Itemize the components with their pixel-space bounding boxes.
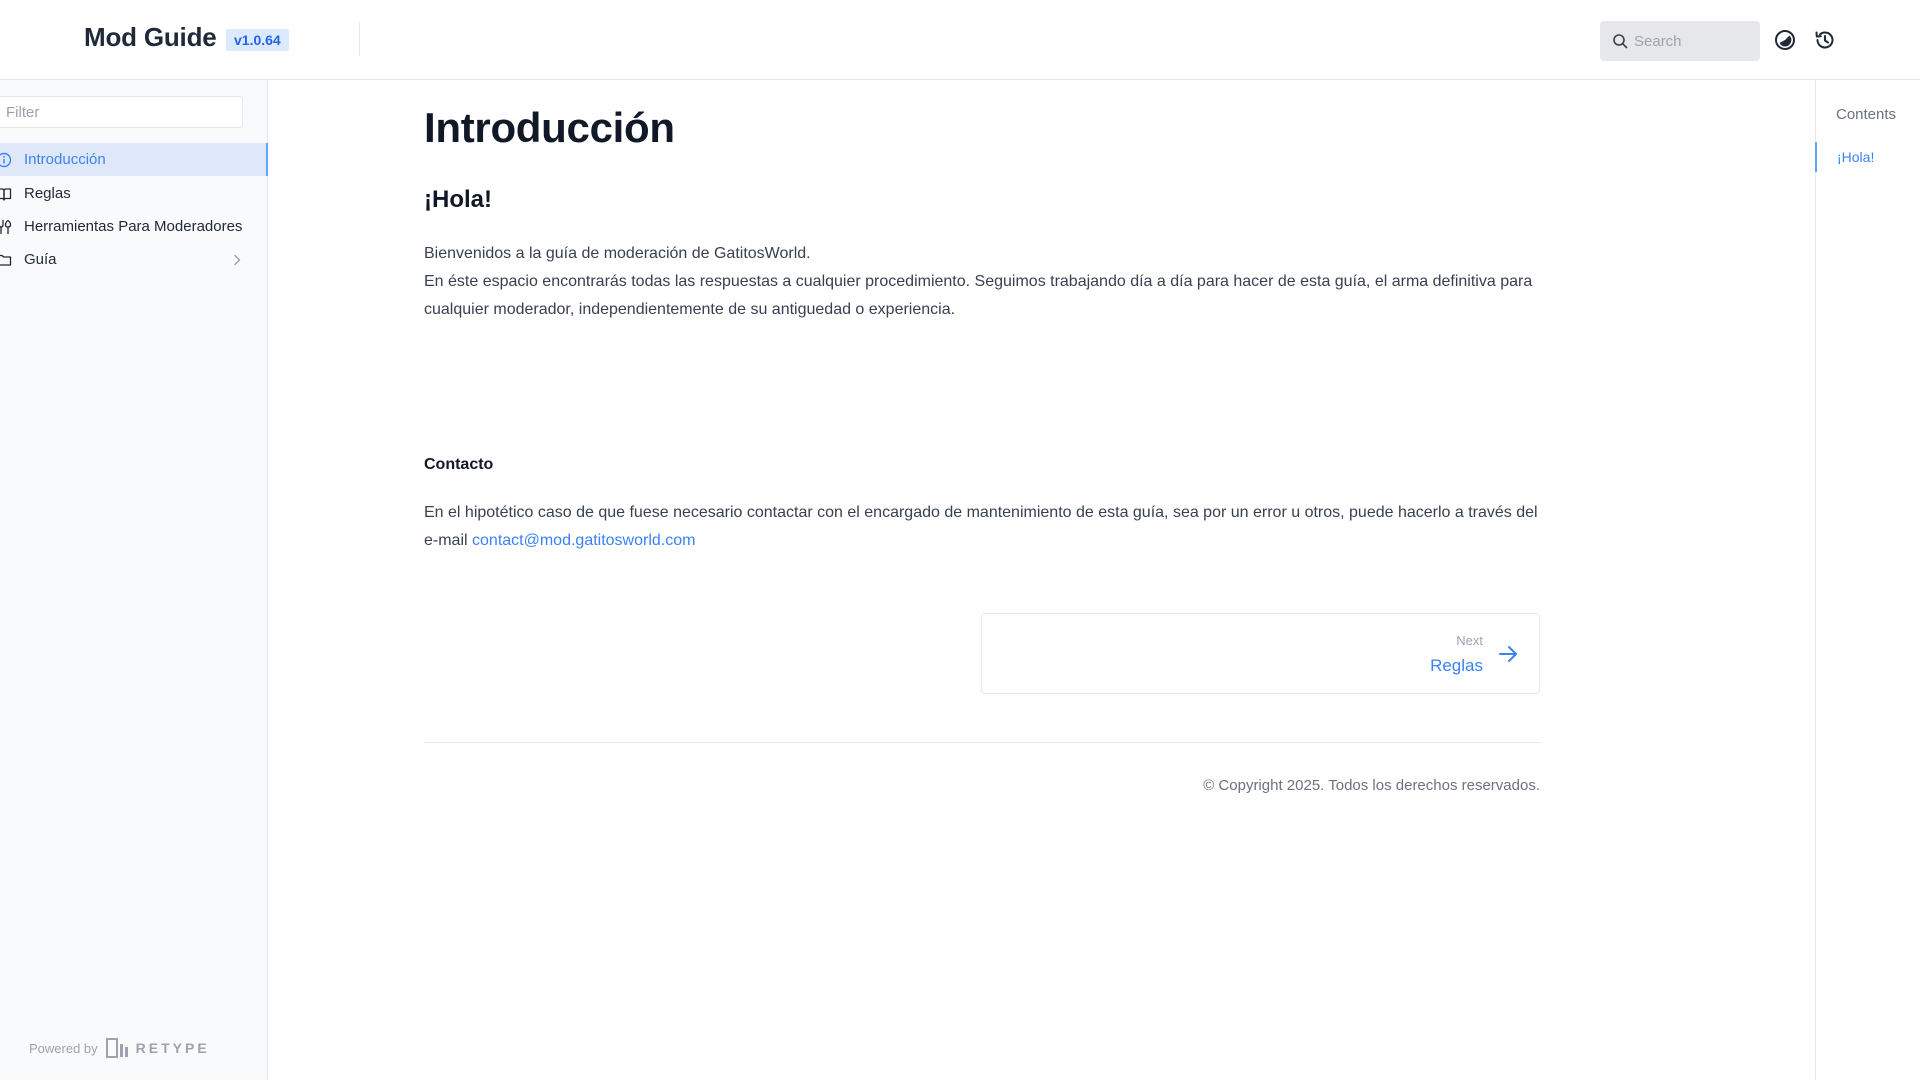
history-icon[interactable] (1813, 28, 1837, 52)
sidebar-item-reglas[interactable]: Reglas (0, 177, 268, 210)
top-bar: Mod Guide v1.0.64 (0, 0, 1920, 80)
next-caption: Next (1456, 633, 1483, 648)
sidebar: Introducción Reglas Herramientas Para Mo… (0, 80, 268, 1080)
sidebar-item-label: Herramientas Para Moderadores (24, 218, 243, 235)
intro-line-1: Bienvenidos a la guía de moderación de G… (424, 245, 811, 262)
tools-icon (0, 219, 12, 235)
info-circle-icon (0, 152, 12, 168)
powered-by-brand: RETYPE (135, 1040, 210, 1056)
footer-divider (424, 742, 1540, 743)
page-title: Introducción (424, 104, 675, 151)
retype-logo-icon (105, 1038, 130, 1058)
chevron-right-icon[interactable] (230, 253, 244, 267)
intro-paragraph: Bienvenidos a la guía de moderación de G… (424, 240, 1540, 324)
sidebar-item-label: Introducción (24, 151, 106, 168)
sidebar-item-label: Guía (24, 251, 57, 268)
theme-toggle-icon[interactable] (1773, 28, 1797, 52)
site-title[interactable]: Mod Guide (84, 22, 217, 53)
search-icon (1613, 34, 1628, 49)
search-input[interactable] (1632, 21, 1756, 61)
folder-icon (0, 254, 12, 266)
sidebar-item-introduccion[interactable]: Introducción (0, 143, 268, 176)
toc-item-hola[interactable]: ¡Hola! (1815, 142, 1874, 172)
arrow-right-icon (1499, 646, 1517, 662)
powered-by-text: Powered by (29, 1040, 98, 1056)
powered-by[interactable]: Powered by RETYPE (29, 1038, 210, 1058)
next-page-card[interactable]: Next Reglas (981, 613, 1540, 694)
sidebar-item-guia[interactable]: Guía (0, 243, 268, 276)
contact-paragraph: En el hipotético caso de que fuese neces… (424, 499, 1540, 555)
version-badge[interactable]: v1.0.64 (226, 29, 289, 51)
section-heading-contacto: Contacto (424, 456, 494, 473)
next-page-label: Reglas (1430, 656, 1483, 675)
sidebar-item-herramientas[interactable]: Herramientas Para Moderadores (0, 210, 268, 243)
topbar-divider (359, 22, 360, 56)
book-icon (0, 188, 12, 201)
sidebar-item-label: Reglas (24, 185, 71, 202)
intro-line-2: En éste espacio encontrarás todas las re… (424, 273, 1533, 318)
copyright-text: © Copyright 2025. Todos los derechos res… (1203, 777, 1540, 794)
filter-input[interactable] (0, 96, 243, 128)
toc-title: Contents (1836, 106, 1897, 123)
section-heading-hola: ¡Hola! (424, 186, 492, 213)
contact-email-link[interactable]: contact@mod.gatitosworld.com (472, 532, 695, 549)
table-of-contents: Contents ¡Hola! (1815, 80, 1920, 1080)
search-box[interactable] (1600, 21, 1760, 61)
